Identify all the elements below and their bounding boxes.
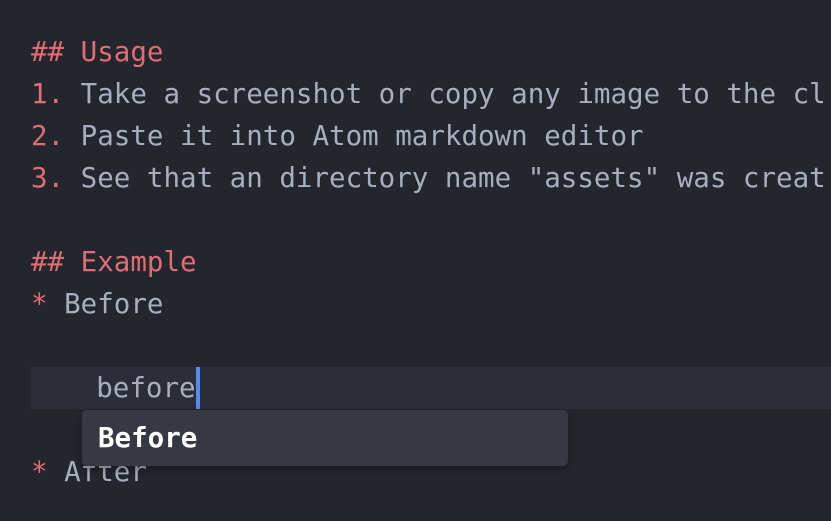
current-line[interactable]: before: [31, 367, 831, 409]
editor-line: 1. Take a screenshot or copy any image t…: [31, 78, 826, 110]
editor-line: ## Example: [31, 246, 197, 278]
editor-line: ## Usage: [31, 36, 164, 68]
editor-line: 2. Paste it into Atom markdown editor: [31, 120, 644, 152]
editor-line: 3. See that an directory name "assets" w…: [31, 162, 826, 194]
autocomplete-popup: Before: [82, 410, 568, 466]
autocomplete-suggestion[interactable]: Before: [98, 410, 197, 466]
text-cursor: [195, 367, 200, 409]
editor-line: * Before: [31, 288, 164, 320]
